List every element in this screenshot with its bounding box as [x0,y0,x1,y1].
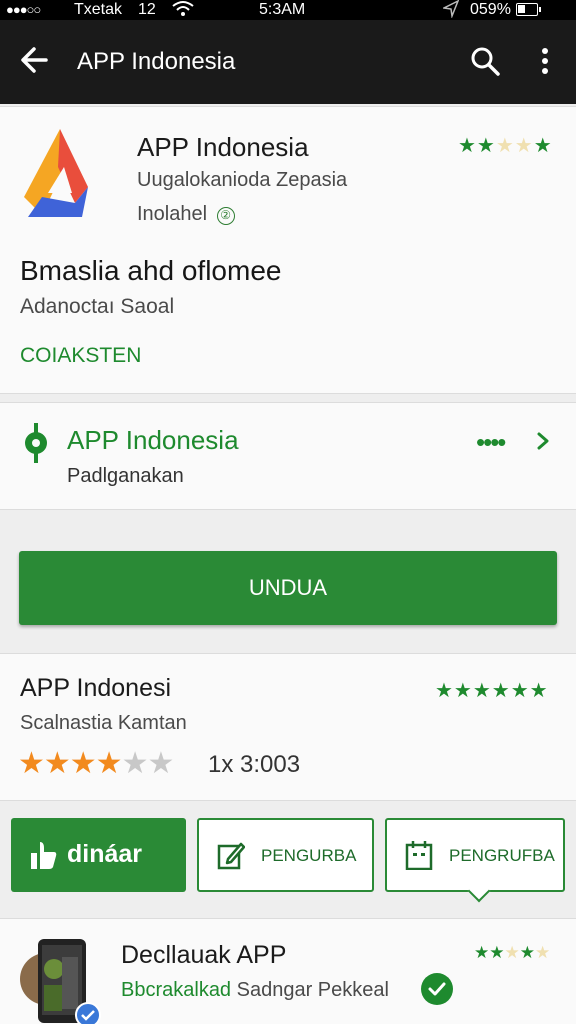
app-title: APP Indonesia [137,132,309,162]
info-icon[interactable]: ② [216,207,235,225]
recommended-app-subtitle: Bbcrakalkad Sadngar Pekkeal [121,979,389,1002]
stars-filled-end: ★ [533,135,553,157]
stars-empty: ★★ [495,135,534,157]
developer-pin-icon [22,423,50,463]
recommended-app-title: Decllauak APP [121,941,287,969]
status-bar: ●●●○○ Txetak 12 5:3AM 059% [0,0,576,20]
chevron-right-icon[interactable] [535,431,551,451]
edit-label: PENGURBA [261,846,357,865]
battery-percent: 059% [470,1,511,18]
rating-card: APP Indonesi Scalnastia Kamtan ★★★★★★ ★★… [0,653,576,801]
verified-check-icon [421,973,453,1005]
star-filled: ★★★★ [18,747,123,780]
app-bar: APP Indonesia [0,20,576,104]
signal-dots: ●●●○○ [6,2,41,17]
calendar-button[interactable]: PENGRUFBA [385,818,565,903]
read-more-link[interactable]: COIAKSTEN [20,344,141,368]
back-arrow-icon[interactable] [16,42,52,78]
description-heading: Bmaslia ahd oflomee [20,255,282,286]
rating-stars: ★★★★★★ [18,746,175,781]
stars-filled: ★★ [458,135,496,157]
more-vert-icon[interactable] [532,44,558,78]
developer-subtitle: Padlganakan [67,465,184,487]
thumb-icon [30,840,58,870]
description-subheading: Adanoctaı Saoal [20,295,175,318]
app-logo [20,127,90,223]
install-status: Inolahel ② [137,203,235,226]
recommendation-card[interactable]: Decllauak APP Bbcrakalkad Sadngar Pekkea… [0,918,576,1024]
recommended-app-developer: Sadngar Pekkeal [231,979,389,1001]
recommended-app-brand: Bbcrakalkad [121,979,232,1001]
tooltip-notch [467,879,491,903]
like-button[interactable]: dináar [11,818,186,892]
status-time: 5:3AM [259,1,306,18]
developer-dots: •••• [476,427,506,457]
edit-button[interactable]: PENGURBA [197,818,374,892]
edit-icon [217,840,246,870]
app-info-card: APP Indonesia Uugalokanioda Zepasia Inol… [0,106,576,394]
star-empty: ★★ [121,747,175,780]
rating-count: 1x 3:003 [208,751,301,778]
app-rating-stars: ★★★★★ [458,133,553,158]
install-status-label: Inolahel [137,203,208,225]
rec-stars-mid: ★ [519,943,535,962]
rating-top-stars: ★★★★★★ [435,680,549,702]
calendar-label: PENGRUFBA [449,846,555,865]
signal-strength: 12 [138,1,156,18]
rating-title: APP Indonesi [20,674,172,702]
search-icon[interactable] [468,44,502,78]
developer-card[interactable]: APP Indonesia Padlganakan •••• [0,402,576,510]
developer-name[interactable]: APP Indonesia [67,425,239,456]
carrier-name: Txetak [74,1,123,18]
app-publisher: Uugalokanioda Zepasia [137,169,348,191]
like-label: dináar [67,840,143,868]
rating-subtitle: Scalnastia Kamtan [20,712,187,734]
calendar-icon [405,840,433,871]
app-bar-title: APP Indonesia [77,48,236,75]
battery-icon [516,3,541,16]
install-button[interactable]: UNDUA [19,551,557,625]
rec-stars-empty: ★ [504,943,520,962]
rec-stars-filled: ★★ [474,943,505,962]
rec-stars-last: ★ [534,943,551,962]
recommended-app-stars: ★★★★★ [474,943,550,963]
recommended-app-thumbnail [18,935,102,1024]
